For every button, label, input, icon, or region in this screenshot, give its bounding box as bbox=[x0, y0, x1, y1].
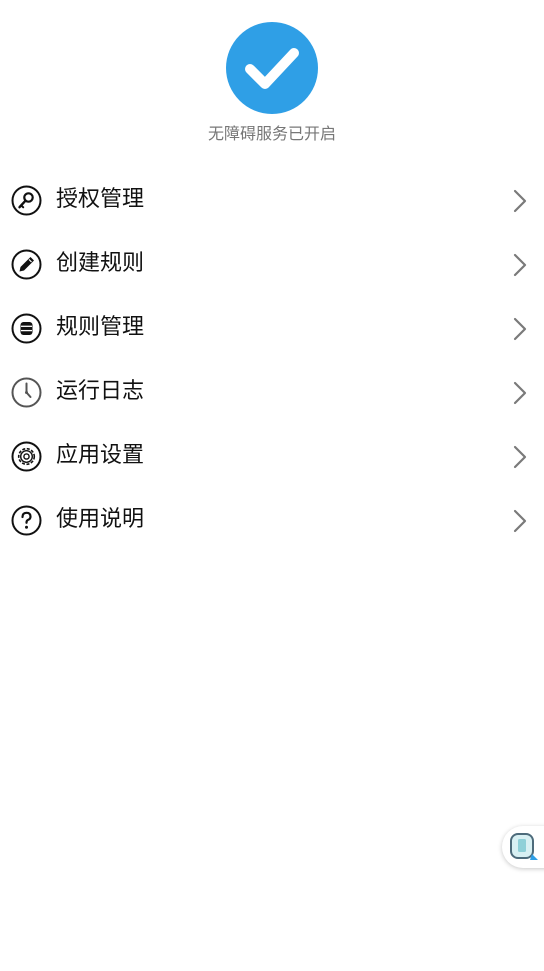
menu-item-instructions[interactable]: 使用说明 bbox=[0, 488, 544, 552]
menu-item-authorization[interactable]: 授权管理 bbox=[0, 168, 544, 232]
question-icon bbox=[11, 505, 42, 536]
floating-assistant-icon bbox=[510, 833, 538, 860]
checkmark-icon bbox=[226, 22, 318, 114]
menu-item-label: 使用说明 bbox=[56, 507, 145, 532]
chevron-right-icon bbox=[513, 317, 527, 341]
chevron-right-icon bbox=[513, 509, 527, 533]
pencil-icon bbox=[11, 249, 42, 280]
menu-item-label: 应用设置 bbox=[56, 443, 145, 468]
gear-icon bbox=[11, 441, 42, 472]
menu-item-rule-management[interactable]: 规则管理 bbox=[0, 296, 544, 360]
menu-item-run-log[interactable]: 运行日志 bbox=[0, 360, 544, 424]
chevron-right-icon bbox=[513, 381, 527, 405]
floating-assistant-button[interactable] bbox=[502, 826, 544, 868]
service-status-text: 无障碍服务已开启 bbox=[207, 124, 336, 143]
menu-item-label: 授权管理 bbox=[56, 187, 145, 212]
chevron-right-icon bbox=[513, 445, 527, 469]
chevron-right-icon bbox=[513, 189, 527, 213]
menu-item-label: 运行日志 bbox=[56, 379, 145, 404]
chevron-right-icon bbox=[513, 253, 527, 277]
key-icon bbox=[11, 185, 42, 216]
clock-icon bbox=[11, 377, 42, 408]
database-icon bbox=[11, 313, 42, 344]
main-menu: 授权管理 创建规则 规则管理 运行日志 应用设置 使用说明 bbox=[0, 168, 544, 552]
menu-item-label: 规则管理 bbox=[56, 315, 145, 340]
menu-item-app-settings[interactable]: 应用设置 bbox=[0, 424, 544, 488]
menu-item-label: 创建规则 bbox=[56, 251, 145, 276]
menu-item-create-rule[interactable]: 创建规则 bbox=[0, 232, 544, 296]
status-header: 无障碍服务已开启 bbox=[0, 0, 544, 160]
